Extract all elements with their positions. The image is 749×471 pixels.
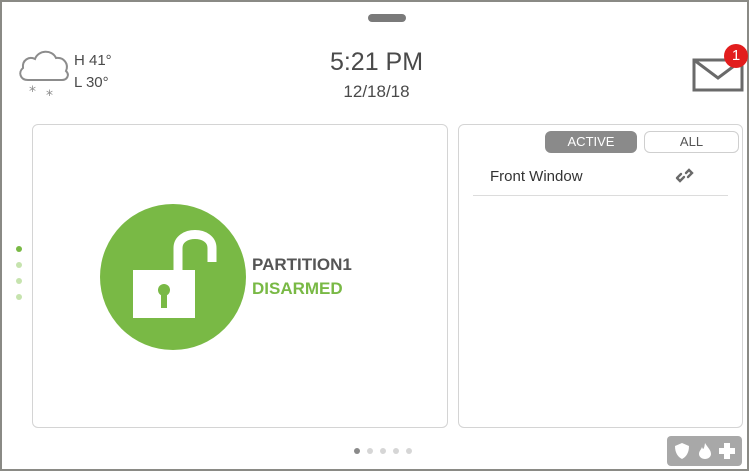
tab-active[interactable]: ACTIVE: [545, 131, 637, 153]
partition-panel: PARTITION1 DISARMED: [32, 124, 448, 428]
medical-cross-icon: [719, 443, 735, 459]
page-dot[interactable]: [354, 448, 360, 454]
emergency-button[interactable]: [667, 436, 742, 466]
page-dot[interactable]: [406, 448, 412, 454]
page-dot[interactable]: [380, 448, 386, 454]
broken-link-icon: [673, 164, 695, 186]
side-dot[interactable]: [16, 294, 22, 300]
pull-down-handle[interactable]: [368, 14, 406, 22]
side-page-indicator: [16, 246, 24, 310]
panel-frame: * * H 41° L 30° 5:21 PM 12/18/18 1 PARTI…: [0, 0, 749, 471]
unlocked-padlock-icon: [100, 204, 246, 350]
page-dot[interactable]: [367, 448, 373, 454]
page-indicator: [354, 448, 412, 454]
arm-disarm-button[interactable]: [100, 204, 246, 350]
tab-all[interactable]: ALL: [644, 131, 739, 153]
shield-icon: [675, 443, 689, 459]
fire-icon: [699, 443, 711, 459]
messages-button[interactable]: 1: [690, 42, 749, 98]
sensor-panel: ACTIVE ALL Front Window: [458, 124, 743, 428]
sensor-list-item[interactable]: Front Window: [473, 161, 728, 196]
clock-time: 5:21 PM: [329, 48, 424, 76]
side-dot[interactable]: [16, 262, 22, 268]
partition-status: DISARMED: [252, 279, 343, 298]
clock-date: 12/18/18: [343, 82, 410, 101]
side-dot[interactable]: [16, 246, 22, 252]
sensor-name: Front Window: [490, 168, 583, 185]
side-dot[interactable]: [16, 278, 22, 284]
unread-badge: 1: [724, 44, 748, 68]
page-dot[interactable]: [393, 448, 399, 454]
partition-name: PARTITION1: [252, 255, 352, 274]
